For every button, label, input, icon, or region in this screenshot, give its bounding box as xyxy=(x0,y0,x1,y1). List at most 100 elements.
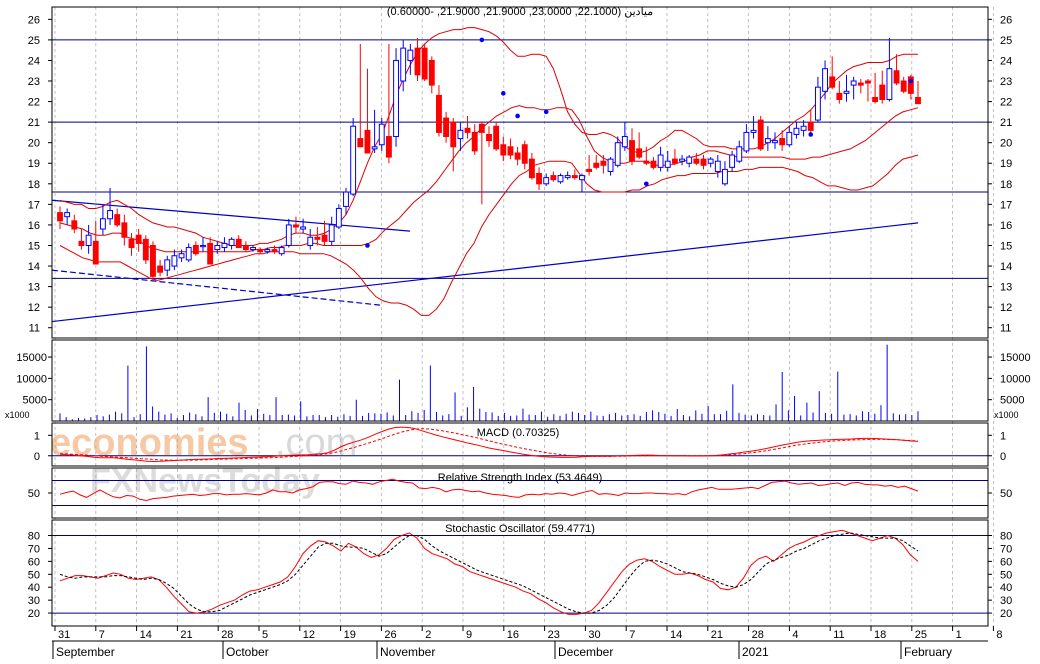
candle-up xyxy=(800,125,807,131)
candle-down xyxy=(114,214,121,226)
candle-down xyxy=(865,80,871,84)
candle-down xyxy=(207,242,214,265)
candle-up xyxy=(657,154,664,168)
candle-down xyxy=(192,244,199,255)
rsi-panel-title: Relative Strength Index (53.4649) xyxy=(438,472,603,484)
candle-up xyxy=(750,129,757,133)
candle-down xyxy=(71,220,78,230)
candle-up xyxy=(214,244,221,251)
candle-down xyxy=(364,129,371,154)
x-tick-label: 5 xyxy=(262,629,268,641)
candle-down xyxy=(671,158,678,164)
candle-up xyxy=(171,255,178,267)
price-tick-label-right: 13 xyxy=(1000,282,1012,294)
stoch-tick-label-right: 30 xyxy=(1000,595,1012,607)
candle-up xyxy=(178,253,185,259)
candle-down xyxy=(257,249,264,253)
candle-up xyxy=(335,207,342,228)
x-tick-label: 25 xyxy=(915,629,927,641)
candle-up xyxy=(607,158,614,172)
candle-up xyxy=(543,177,550,185)
candle-up xyxy=(264,249,271,253)
x-tick-label: 21 xyxy=(180,629,192,641)
price-tick-label-right: 16 xyxy=(1000,220,1012,232)
x-tick-label: 7 xyxy=(629,629,635,641)
candle-up xyxy=(729,154,736,168)
price-tick-label-left: 11 xyxy=(29,323,40,335)
candle-down xyxy=(514,152,521,160)
candle-up xyxy=(164,259,171,271)
candle-down xyxy=(271,249,278,253)
candle-down xyxy=(450,121,457,148)
price-marker-dot xyxy=(501,91,506,96)
month-label: October xyxy=(226,645,269,659)
price-tick-label-right: 26 xyxy=(1000,14,1012,26)
price-marker-dot xyxy=(808,132,814,137)
candle-down xyxy=(700,158,707,166)
candle-down xyxy=(128,238,135,249)
price-tick-label-left: 25 xyxy=(28,35,40,47)
price-tick-label-right: 15 xyxy=(1000,240,1012,252)
moving-average-line xyxy=(51,222,919,323)
stoch-panel-title: Stochastic Oscillator (59.4771) xyxy=(445,523,595,535)
x-tick-label: 23 xyxy=(548,629,560,641)
candle-up xyxy=(228,238,235,246)
macd-tick-label-right: 1 xyxy=(1000,430,1006,442)
macd-tick-label-left: 1 xyxy=(34,430,40,442)
candle-up xyxy=(300,226,307,230)
candle-down xyxy=(636,148,643,158)
candle-down xyxy=(807,121,814,131)
candle-up xyxy=(85,234,92,246)
candle-down xyxy=(121,222,128,238)
candle-up xyxy=(822,68,828,92)
candle-down xyxy=(421,47,428,80)
candle-down xyxy=(593,162,600,168)
price-tick-label-left: 13 xyxy=(28,282,40,294)
candle-up xyxy=(457,129,464,140)
stock-chart: economies .com FXNewsToday 26 2625 2524 242… xyxy=(5,6,1031,659)
volume-tick-label-right: 10000 xyxy=(1000,373,1031,385)
x-tick-label: 28 xyxy=(752,629,764,641)
x-tick-label: 1 xyxy=(956,629,962,641)
candle-up xyxy=(564,175,571,179)
stoch-tick-label-left: 40 xyxy=(28,582,40,594)
macd-tick-label-right: 0 xyxy=(1000,451,1006,463)
candle-down xyxy=(135,234,142,244)
volume-tick-label-right: 5000 xyxy=(1000,395,1024,407)
price-panel-title: ميادين (22.1000, 23.0000, 21.9000, 21.90… xyxy=(387,6,653,18)
trend-line-lower xyxy=(51,269,381,306)
month-label: February xyxy=(904,645,952,659)
price-tick-label-left: 12 xyxy=(28,302,40,314)
candle-up xyxy=(278,247,285,255)
candle-down xyxy=(321,234,328,242)
x-tick-label: 18 xyxy=(874,629,886,641)
candle-down xyxy=(757,119,764,150)
volume-tick-label-left: 10000 xyxy=(16,373,47,385)
price-tick-label-left: 26 xyxy=(28,14,40,26)
price-tick-label-right: 12 xyxy=(1000,302,1012,314)
price-tick-label-right: 17 xyxy=(1000,199,1012,211)
price-marker-dot xyxy=(543,109,549,115)
candle-down xyxy=(478,123,485,133)
candle-up xyxy=(350,125,357,195)
candle-up xyxy=(371,146,378,150)
x-tick-label: 16 xyxy=(507,629,519,641)
candle-down xyxy=(486,133,492,142)
candle-up xyxy=(843,90,850,94)
month-label: November xyxy=(380,645,435,659)
price-tick-label-left: 21 xyxy=(28,117,40,129)
stoch-tick-label-left: 70 xyxy=(28,543,40,555)
candle-down xyxy=(78,240,85,246)
candle-down xyxy=(900,80,907,92)
price-tick-label-right: 25 xyxy=(1000,35,1012,47)
candle-up xyxy=(64,212,71,218)
price-tick-label-right: 18 xyxy=(1000,179,1012,191)
candle-up xyxy=(221,242,228,249)
stoch-tick-label-right: 40 xyxy=(1000,582,1012,594)
candle-down xyxy=(600,160,607,166)
candle-up xyxy=(772,140,778,144)
candle-down xyxy=(493,125,500,150)
month-label: 2021 xyxy=(742,645,769,659)
stoch-tick-label-left: 80 xyxy=(28,531,40,543)
x-tick-label: 30 xyxy=(588,629,600,641)
